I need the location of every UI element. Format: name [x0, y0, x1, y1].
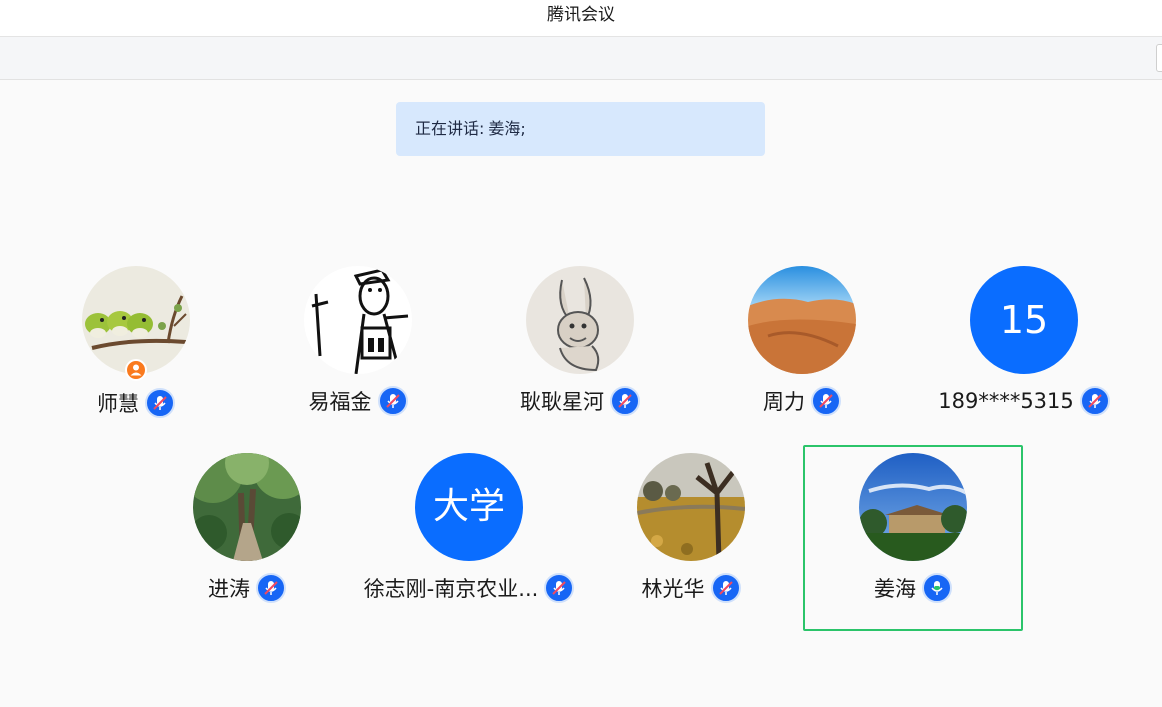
participant-name: 进涛 [208, 577, 250, 601]
participant-name-row: 林光华 [581, 572, 801, 604]
avatar [82, 266, 190, 374]
mic-speaking-icon[interactable] [922, 573, 952, 603]
participant-tile-active-speaker[interactable]: 姜海 [803, 445, 1023, 631]
participant-tile[interactable]: 林光华 [581, 453, 801, 639]
mic-muted-icon[interactable] [811, 386, 841, 416]
participant-name: 易福金 [308, 390, 372, 414]
participant-name: 耿耿星河 [520, 390, 604, 414]
participant-name-row: 姜海 [805, 572, 1021, 604]
avatar [304, 266, 412, 374]
participant-name-row: 周力 [692, 385, 912, 417]
participant-name: 徐志刚-南京农业... [363, 577, 539, 601]
speaking-names: 姜海; [488, 119, 526, 138]
participant-name: 189****5315 [938, 389, 1074, 413]
participant-name-row: 耿耿星河 [470, 385, 690, 417]
mic-muted-icon[interactable] [710, 573, 741, 603]
participant-name: 周力 [763, 390, 805, 414]
avatar [637, 453, 745, 561]
mic-muted-icon[interactable] [544, 573, 575, 603]
participant-tile[interactable]: 15 189****5315 [914, 266, 1134, 452]
toolbar-edge-button[interactable] [1156, 44, 1162, 72]
mic-muted-icon[interactable] [256, 573, 286, 603]
mic-muted-icon[interactable] [1079, 386, 1110, 416]
participant-name-row: 易福金 [248, 385, 468, 417]
participant-name-row: 师慧 [26, 387, 246, 419]
participant-tile[interactable]: 耿耿星河 [470, 266, 690, 452]
avatar-initials: 大学 [415, 453, 523, 561]
participant-name: 林光华 [641, 577, 705, 601]
speaking-label: 正在讲话: [415, 119, 485, 138]
participant-tile[interactable]: 师慧 [26, 266, 246, 452]
participant-tile[interactable]: 周力 [692, 266, 912, 452]
avatar-initials: 15 [970, 266, 1078, 374]
top-toolbar [0, 37, 1162, 80]
participant-tile[interactable]: 易福金 [248, 266, 468, 452]
participant-name-row: 189****5315 [914, 385, 1134, 417]
participant-tile[interactable]: 大学 徐志刚-南京农业... [359, 453, 579, 639]
participant-tile[interactable]: 进涛 [137, 453, 357, 639]
mic-muted-icon[interactable] [377, 386, 408, 416]
participant-name: 师慧 [97, 392, 139, 416]
speaking-banner: 正在讲话: 姜海; [396, 102, 765, 156]
window-title-bar: 腾讯会议 [0, 0, 1162, 37]
host-user-icon [125, 359, 147, 381]
participant-name: 姜海 [874, 577, 916, 601]
mic-muted-icon[interactable] [145, 388, 175, 418]
avatar [193, 453, 301, 561]
avatar [748, 266, 856, 374]
mic-muted-icon[interactable] [610, 386, 640, 416]
avatar [859, 453, 967, 561]
participant-name-row: 徐志刚-南京农业... [359, 572, 579, 604]
participant-name-row: 进涛 [137, 572, 357, 604]
avatar [526, 266, 634, 374]
window-title: 腾讯会议 [547, 5, 615, 25]
